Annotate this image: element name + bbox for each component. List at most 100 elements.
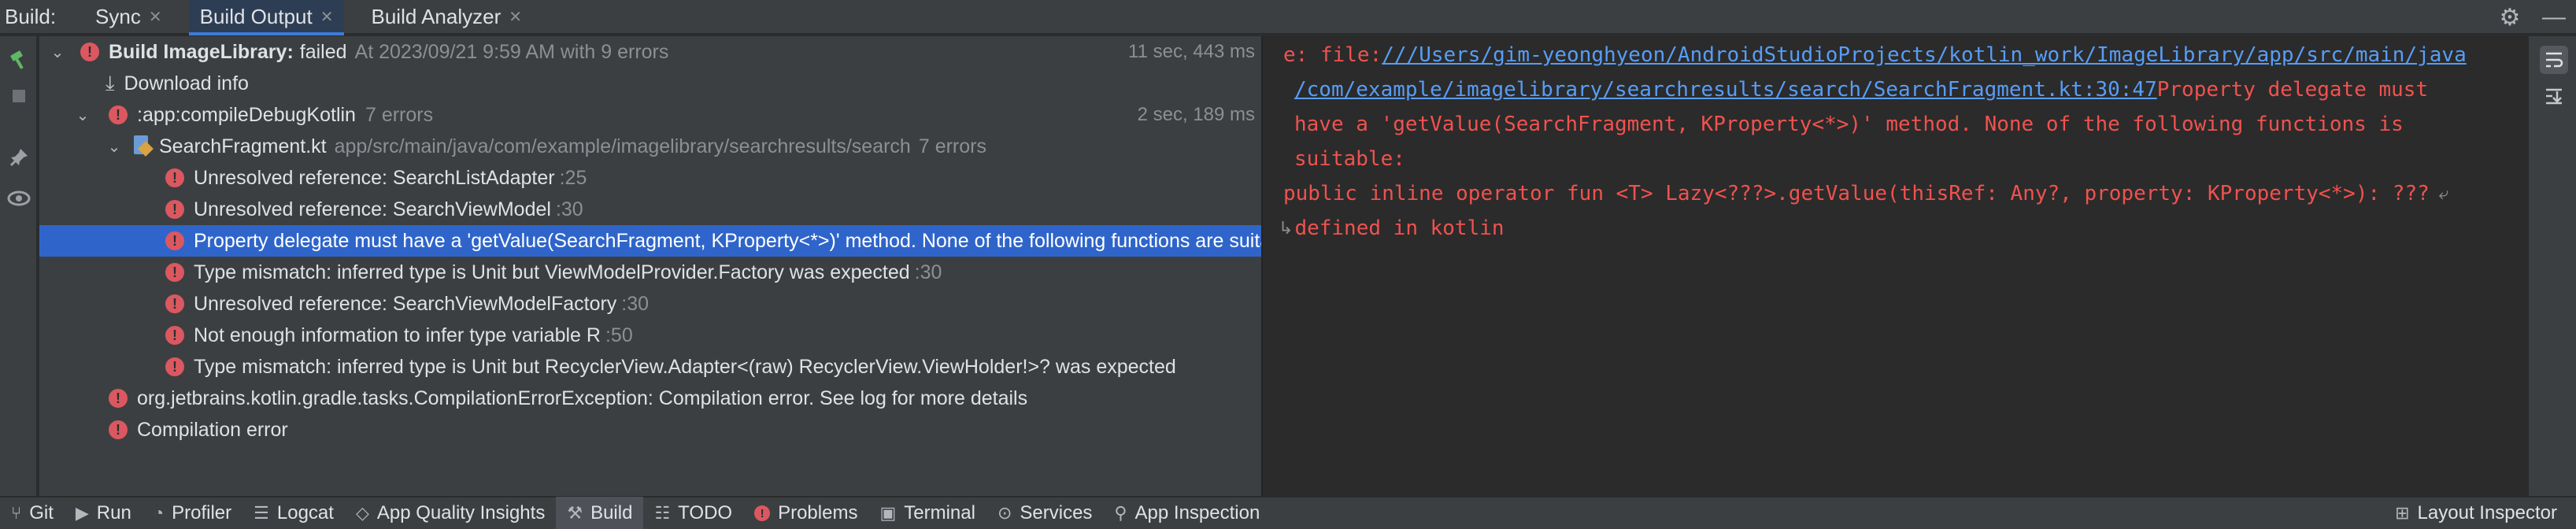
exception-message: org.jetbrains.kotlin.gradle.tasks.Compil… <box>137 387 1028 409</box>
error-icon: ! <box>165 326 184 345</box>
console-line: public inline operator fun <T> Lazy<???>… <box>1283 178 2448 209</box>
minimize-icon[interactable]: — <box>2532 4 2576 31</box>
toolbar-todo[interactable]: ☷ TODO <box>643 497 743 529</box>
run-icon: ▶ <box>75 503 89 523</box>
file-path: app/src/main/java/com/example/imagelibra… <box>334 135 911 157</box>
git-branch-icon: ⑂ <box>11 503 22 523</box>
tree-row-error[interactable]: ! Type mismatch: inferred type is Unit b… <box>39 257 1261 288</box>
error-icon: ! <box>165 357 184 376</box>
error-icon: ! <box>754 505 771 521</box>
toolbar-app-inspection[interactable]: ⚲ App Inspection <box>1103 497 1271 529</box>
hammer-icon: ⚒ <box>567 503 583 523</box>
toolbar-services[interactable]: ⊙ Services <box>986 497 1103 529</box>
toolbar-profiler[interactable]: ◔ Profiler <box>142 497 242 529</box>
toolbar-services-label: Services <box>1020 502 1093 523</box>
tree-row-error[interactable]: ! Unresolved reference: SearchViewModel … <box>39 194 1261 225</box>
close-icon[interactable]: ✕ <box>149 7 162 27</box>
error-icon: ! <box>80 43 99 61</box>
layout-inspector-icon: ⊞ <box>2395 503 2410 523</box>
error-line: :25 <box>559 166 587 189</box>
build-console: e: file: ///Users/gim-yeonghyeon/Android… <box>1261 36 2527 496</box>
toolbar-logcat-label: Logcat <box>276 502 334 523</box>
logcat-icon: ☰ <box>254 503 269 523</box>
error-message: Unresolved reference: SearchListAdapter <box>194 166 555 189</box>
scroll-to-end-icon[interactable] <box>2540 82 2568 110</box>
tree-row-exception[interactable]: ! org.jetbrains.kotlin.gradle.tasks.Comp… <box>39 383 1261 414</box>
tab-build-output[interactable]: Build Output ✕ <box>188 0 345 35</box>
error-icon: ! <box>109 105 128 124</box>
tab-build-analyzer[interactable]: Build Analyzer ✕ <box>360 0 533 34</box>
console-line: /com/example/imagelibrary/searchresults/… <box>1294 74 2428 105</box>
toolbar-app-inspection-label: App Inspection <box>1134 502 1260 523</box>
tree-row-download-info[interactable]: ⤓ Download info <box>39 68 1261 99</box>
tab-build-output-label: Build Output <box>199 4 313 28</box>
tree-row-root[interactable]: ⌄ ! Build ImageLibrary: failed At 2023/0… <box>39 36 1261 68</box>
toolbar-git[interactable]: ⑂ Git <box>0 497 65 529</box>
tab-build-analyzer-label: Build Analyzer <box>371 4 502 28</box>
toolbar-logcat[interactable]: ☰ Logcat <box>242 497 345 529</box>
error-message: Unresolved reference: SearchViewModel <box>194 198 551 220</box>
tree-row-task[interactable]: ⌄ ! :app:compileDebugKotlin 7 errors 2 s… <box>39 99 1261 131</box>
close-icon[interactable]: ✕ <box>509 7 522 27</box>
toolbar-layout-inspector[interactable]: ⊞ Layout Inspector <box>2384 497 2568 529</box>
toolbar-terminal[interactable]: ▣ Terminal <box>868 497 986 529</box>
services-icon: ⊙ <box>997 503 1012 523</box>
close-icon[interactable]: ✕ <box>320 7 334 27</box>
console-file-link[interactable]: ///Users/gim-yeonghyeon/AndroidStudioPro… <box>1382 43 2467 67</box>
eye-icon[interactable] <box>5 184 33 213</box>
soft-wrap-toggle-icon[interactable] <box>2540 46 2568 74</box>
terminal-icon: ▣ <box>879 503 897 523</box>
build-actions-strip <box>0 36 38 496</box>
toolbar-build-label: Build <box>590 502 633 523</box>
console-line: have a 'getValue(SearchFragment, KProper… <box>1294 113 2404 136</box>
todo-list-icon: ☷ <box>654 503 671 523</box>
tree-row-error[interactable]: ! Unresolved reference: SearchListAdapte… <box>39 162 1261 194</box>
tree-row-compilation-error[interactable]: ! Compilation error <box>39 414 1261 446</box>
chevron-down-icon[interactable]: ⌄ <box>74 105 91 125</box>
hammer-icon[interactable] <box>5 46 33 74</box>
error-icon: ! <box>165 168 184 187</box>
console-actions-strip <box>2527 36 2576 496</box>
toolbar-app-quality-label: App Quality Insights <box>376 502 546 523</box>
console-line: ↳ defined in kotlin <box>1279 213 1505 244</box>
toolbar-problems[interactable]: ! Problems <box>743 497 868 529</box>
tree-row-error[interactable]: ! Type mismatch: inferred type is Unit b… <box>39 351 1261 383</box>
chevron-down-icon[interactable]: ⌄ <box>105 137 123 157</box>
soft-wrap-icon: ⤶ <box>2438 183 2449 204</box>
toolbar-build[interactable]: ⚒ Build <box>556 497 644 529</box>
tree-row-error-selected[interactable]: ! Property delegate must have a 'getValu… <box>39 225 1261 257</box>
kotlin-file-icon <box>132 135 151 157</box>
build-detail: At 2023/09/21 9:59 AM with 9 errors <box>354 40 669 63</box>
error-message: Property delegate must have a 'getValue(… <box>194 229 1261 252</box>
tree-row-error[interactable]: ! Not enough information to infer type v… <box>39 320 1261 351</box>
pin-icon[interactable] <box>5 143 33 172</box>
gear-icon[interactable]: ⚙ <box>2488 4 2532 31</box>
console-line: suitable: <box>1294 147 1405 171</box>
build-root-title: Build ImageLibrary: <box>109 40 294 63</box>
download-info-label: Download info <box>124 72 249 94</box>
build-tool-window-header: Build: Sync ✕ Build Output ✕ Build Analy… <box>0 0 2576 35</box>
toolbar-run[interactable]: ▶ Run <box>65 497 142 529</box>
task-label: :app:compileDebugKotlin <box>137 103 356 126</box>
compilation-error-message: Compilation error <box>137 418 288 441</box>
tab-sync[interactable]: Sync ✕ <box>84 0 173 34</box>
toolbar-git-label: Git <box>29 502 54 523</box>
error-icon: ! <box>165 263 184 282</box>
error-line: :30 <box>555 198 583 220</box>
error-icon: ! <box>165 294 184 313</box>
tab-sync-label: Sync <box>95 4 141 28</box>
tree-row-file[interactable]: ⌄ SearchFragment.kt app/src/main/java/co… <box>39 131 1261 162</box>
app-quality-icon: ◇ <box>355 503 369 523</box>
stop-icon[interactable] <box>5 82 33 110</box>
console-line: e: file: ///Users/gim-yeonghyeon/Android… <box>1283 39 2467 71</box>
error-message: Unresolved reference: SearchViewModelFac… <box>194 292 617 315</box>
toolbar-app-quality-insights[interactable]: ◇ App Quality Insights <box>345 497 556 529</box>
console-file-link[interactable]: /com/example/imagelibrary/searchresults/… <box>1294 78 2157 102</box>
error-icon: ! <box>109 389 128 408</box>
tree-row-error[interactable]: ! Unresolved reference: SearchViewModelF… <box>39 288 1261 320</box>
console-prefix: e: file: <box>1283 43 1382 67</box>
download-icon: ⤓ <box>105 71 115 94</box>
error-message: Type mismatch: inferred type is Unit but… <box>194 261 910 283</box>
chevron-down-icon[interactable]: ⌄ <box>49 43 66 62</box>
toolbar-layout-inspector-label: Layout Inspector <box>2417 502 2557 523</box>
